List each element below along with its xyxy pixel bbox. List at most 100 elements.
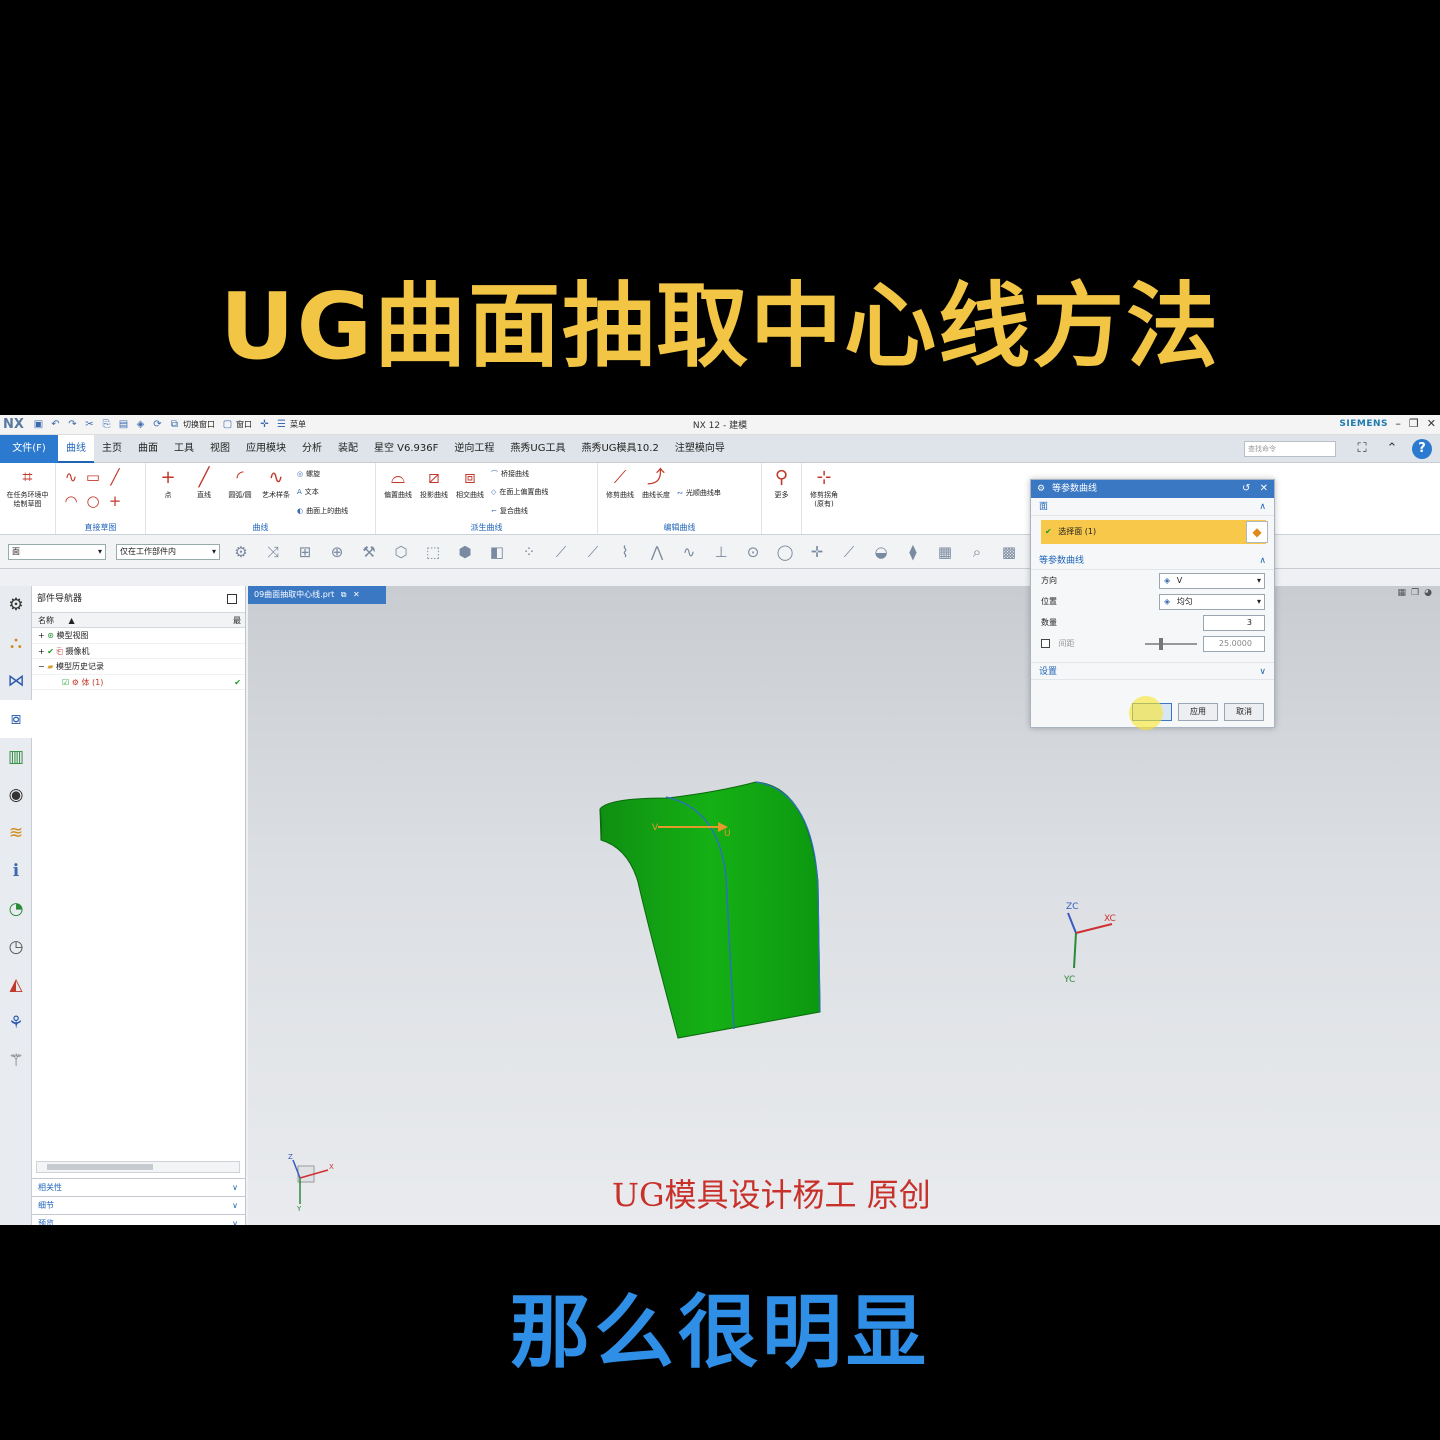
minimize-icon[interactable]: –	[1395, 417, 1401, 430]
section-face[interactable]: 面 ∧	[1031, 498, 1274, 516]
switch-window-label[interactable]: 切换窗口	[183, 419, 215, 430]
on-face-icon[interactable]: ◒	[870, 541, 892, 563]
section-dependencies[interactable]: 相关性 ∨	[32, 1178, 246, 1196]
midpoint-icon[interactable]: ⟋	[582, 541, 604, 563]
existing-point-icon[interactable]: ✛	[806, 541, 828, 563]
settings-gear-icon[interactable]: ⚙	[0, 586, 32, 624]
dialog-gear-icon[interactable]: ⚙	[1037, 484, 1045, 494]
tab-mold-wizard[interactable]: 注塑模向导	[667, 435, 733, 463]
rectangle-icon[interactable]: ▭	[82, 465, 104, 489]
column-name[interactable]: 名称	[38, 616, 54, 625]
maximize-icon[interactable]	[227, 594, 237, 604]
tab-yanxiu-tools[interactable]: 燕秀UG工具	[502, 435, 573, 463]
collapse-icon[interactable]: −	[38, 662, 45, 671]
point-snap-icon[interactable]: ⊞	[294, 541, 316, 563]
face-cube-icon[interactable]: ◆	[1246, 521, 1268, 543]
offset-curve-button[interactable]: ⌓ 偏置曲线	[380, 465, 416, 520]
sketch-arc-icon[interactable]: ◠	[60, 489, 82, 513]
smooth-string-button[interactable]: ∾ 光顺曲线串	[677, 486, 721, 500]
intersection-icon[interactable]: ⋀	[646, 541, 668, 563]
dialog-close-icon[interactable]: ✕	[1260, 483, 1268, 494]
full-screen-icon[interactable]: ⛶	[1352, 439, 1372, 459]
roles-icon[interactable]: ⚘	[0, 1004, 32, 1042]
menu-icon[interactable]: ☰	[275, 418, 288, 431]
tab-home[interactable]: 主页	[94, 435, 130, 463]
touch-mode-icon[interactable]: ✛	[258, 418, 271, 431]
ok-button[interactable]	[1129, 696, 1172, 730]
tab-xingkong[interactable]: 星空 V6.936F	[366, 435, 446, 463]
tab-analysis[interactable]: 分析	[294, 435, 330, 463]
select-feature-icon[interactable]: ⚙	[230, 541, 252, 563]
bridge-curve-button[interactable]: ⌒ 桥接曲线	[491, 467, 548, 481]
arc-circle-button[interactable]: ◜ 圆弧/圆	[222, 465, 258, 520]
section-details[interactable]: 细节 ∨	[32, 1196, 246, 1214]
section-settings[interactable]: 设置 ∨	[1031, 662, 1274, 680]
tab-tools[interactable]: 工具	[166, 435, 202, 463]
scrollbar-thumb[interactable]	[47, 1164, 153, 1170]
trim-curve-button[interactable]: ⟋ 修剪曲线	[602, 465, 638, 520]
history-icon[interactable]: ◷	[0, 928, 32, 966]
help-icon[interactable]: ?	[1412, 439, 1432, 459]
process-studio-icon[interactable]: ◔	[0, 890, 32, 928]
paste-icon[interactable]: ▤	[117, 418, 130, 431]
projected-curve-button[interactable]: ⧄ 投影曲线	[416, 465, 452, 520]
section-preview[interactable]: 预览 ∨	[32, 1214, 246, 1225]
switch-window-icon[interactable]: ⧉	[168, 418, 181, 431]
undo-icon[interactable]: ↶	[49, 418, 62, 431]
apply-button[interactable]: 应用	[1178, 703, 1218, 721]
tree-item-cameras[interactable]: + ✔ ⎗ 摄像机	[32, 644, 245, 659]
command-search-input[interactable]: 查找命令	[1244, 441, 1336, 457]
point-group-icon[interactable]: ⁘	[518, 541, 540, 563]
expand-icon[interactable]: +	[38, 631, 45, 640]
sketch-in-task-button[interactable]: ⌗ 在任务环境中绘制草图	[4, 465, 51, 520]
tab-view[interactable]: 视图	[202, 435, 238, 463]
file-menu-button[interactable]: 文件(F)	[0, 434, 58, 463]
tab-surface[interactable]: 曲面	[130, 435, 166, 463]
cut-icon[interactable]: ✂	[83, 418, 96, 431]
checkbox-checked-icon[interactable]: ☑	[62, 678, 69, 687]
line-button[interactable]: ╱ 直线	[186, 465, 222, 520]
system-scene-icon[interactable]: ⚚	[0, 1042, 32, 1080]
part-navigator-icon[interactable]: ⧇	[0, 700, 32, 738]
count-input[interactable]: 3	[1203, 615, 1265, 631]
window-label[interactable]: 窗口	[236, 419, 252, 430]
spacing-slider[interactable]	[1145, 638, 1197, 650]
reset-icon[interactable]: ↺	[1242, 483, 1250, 494]
bounded-grid-icon[interactable]: ⧫	[902, 541, 924, 563]
control-point-icon[interactable]: ⌇	[614, 541, 636, 563]
section-iso-curve[interactable]: 等参数曲线 ∧	[1031, 552, 1274, 570]
zoom-icon[interactable]: ⌕	[966, 541, 988, 563]
perpendicular-icon[interactable]: ⊥	[710, 541, 732, 563]
tab-curve[interactable]: 曲线	[58, 434, 94, 463]
tab-application[interactable]: 应用模块	[238, 435, 294, 463]
quadrant-icon[interactable]: ◯	[774, 541, 796, 563]
constraint-navigator-icon[interactable]: ⋈	[0, 662, 32, 700]
expand-icon[interactable]: +	[38, 647, 45, 656]
position-dropdown[interactable]: ◈ 均匀	[1159, 594, 1265, 610]
helix-button[interactable]: ◎ 螺旋	[297, 467, 348, 481]
reuse-library-icon[interactable]: ▥	[0, 738, 32, 776]
trim-corner-button[interactable]: ⊹ 修剪拐角(原有)	[806, 465, 842, 520]
intersection-curve-button[interactable]: ⧈ 相交曲线	[452, 465, 488, 520]
info-icon[interactable]: ℹ	[0, 852, 32, 890]
composite-curve-button[interactable]: ⌐ 复合曲线	[491, 504, 548, 518]
point-button[interactable]: + 点	[150, 465, 186, 520]
endpoint-icon[interactable]: ⟋	[550, 541, 572, 563]
spacing-input[interactable]: 25.0000	[1203, 636, 1265, 652]
sketch-line-icon[interactable]: ╱	[104, 465, 126, 489]
studio-spline-button[interactable]: ∿ 艺术样条	[258, 465, 294, 520]
curve-length-button[interactable]: ⤴ 曲线长度	[638, 465, 674, 520]
save-icon[interactable]: ▣	[32, 418, 45, 431]
tree-item-model-history[interactable]: − ▰ 模型历史记录	[32, 659, 245, 675]
repeat-command-icon[interactable]: ⟳	[151, 418, 164, 431]
check-icon[interactable]: ✔	[47, 647, 54, 656]
collapse-ribbon-icon[interactable]: ⌃	[1382, 439, 1402, 459]
redo-icon[interactable]: ↷	[66, 418, 79, 431]
window-icon[interactable]: ▢	[221, 418, 234, 431]
selection-scope-dropdown[interactable]: 仅在工作部件内	[116, 543, 220, 560]
more-button[interactable]: ⚲ 更多	[766, 465, 797, 520]
view-manager-icon[interactable]: ◉	[0, 776, 32, 814]
offset-in-face-button[interactable]: ◇ 在面上偏置曲线	[491, 485, 548, 499]
type-filter-dropdown[interactable]: 面	[8, 543, 106, 560]
profile-icon[interactable]: ∿	[60, 465, 82, 489]
